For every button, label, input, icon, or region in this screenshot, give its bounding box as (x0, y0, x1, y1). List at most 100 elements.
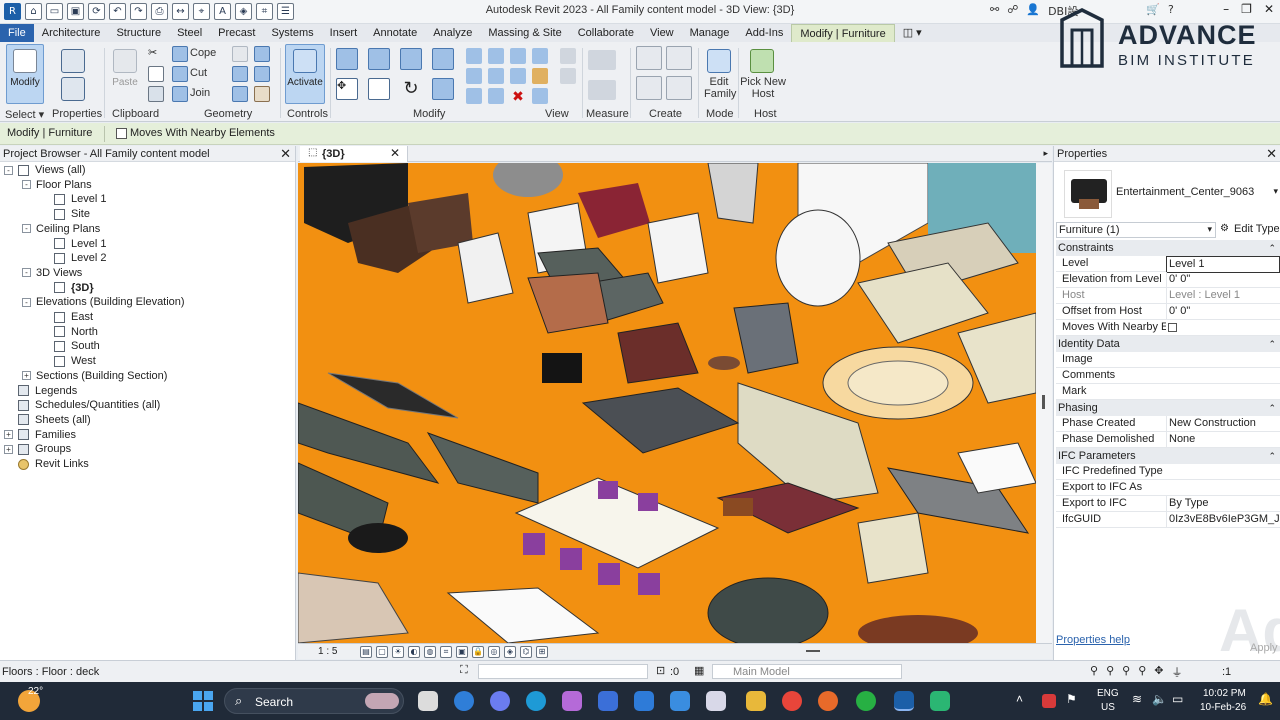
user-icon[interactable]: 👤 (1026, 3, 1040, 19)
cope-icon[interactable] (172, 46, 188, 62)
browser-item[interactable]: {3D} (40, 281, 94, 295)
wall-join-icon[interactable] (232, 46, 248, 62)
lock-view-icon[interactable]: 🔒 (472, 646, 484, 658)
close-icon[interactable]: ✕ (280, 146, 291, 162)
3d-viewport[interactable] (298, 163, 1036, 643)
browser-item[interactable]: - Elevations (Building Elevation) (22, 295, 185, 309)
3d-view-icon[interactable]: ◈ (235, 3, 252, 20)
mirror-axis-icon[interactable] (400, 48, 422, 70)
join-icon[interactable] (172, 86, 188, 102)
property-value[interactable]: Level : Level 1 (1166, 288, 1280, 303)
override-icon[interactable] (532, 68, 548, 84)
close-icon[interactable]: ✕ (1266, 146, 1277, 162)
calculator-icon[interactable] (670, 691, 690, 711)
scale-label[interactable]: 1 : 5 (318, 646, 337, 657)
create-parts-icon[interactable] (666, 46, 692, 70)
browser-item[interactable]: Sheets (all) (4, 413, 91, 427)
edit-type-button[interactable]: ⚙ Edit Type (1220, 222, 1280, 238)
collapse-icon[interactable]: ⌃ (1268, 240, 1276, 256)
select-dropdown[interactable]: Select ▾ (5, 108, 44, 121)
text-icon[interactable]: A (214, 3, 231, 20)
move-icon[interactable]: ✥ (336, 78, 358, 100)
save-icon[interactable]: ▣ (67, 3, 84, 20)
hide-icon[interactable] (532, 88, 548, 104)
revit-taskbar-icon[interactable] (894, 691, 914, 711)
measure-between-icon[interactable] (588, 50, 616, 70)
dimension-icon[interactable] (588, 80, 616, 100)
browser-item[interactable]: North (40, 325, 98, 339)
property-value[interactable]: New Construction (1166, 416, 1280, 431)
snipping-icon[interactable] (706, 691, 726, 711)
worksharing-icon[interactable]: ⛶ (460, 664, 468, 677)
instance-filter[interactable]: Furniture (1) ▾ (1056, 222, 1216, 238)
tag-icon[interactable]: ⌖ (193, 3, 210, 20)
mirror-draw-icon[interactable] (432, 48, 454, 70)
property-value[interactable]: 0Iz3vE8Bv6IeP3GM_J5... (1166, 512, 1280, 527)
tab-insert[interactable]: Insert (322, 24, 366, 42)
trim-multiple-icon[interactable] (510, 48, 526, 64)
cope-button[interactable]: Cope (190, 47, 216, 59)
rotate-icon[interactable]: ↻ (400, 78, 422, 100)
constraints-icon[interactable]: ⊞ (536, 646, 548, 658)
browser-item[interactable]: Level 2 (40, 251, 106, 265)
tab-annotate[interactable]: Annotate (365, 24, 425, 42)
collapse-icon[interactable]: - (22, 268, 31, 278)
join-button[interactable]: Join (190, 87, 210, 99)
property-value[interactable]: None (1166, 432, 1280, 447)
tab-analyze[interactable]: Analyze (425, 24, 480, 42)
pin-icon[interactable] (510, 68, 526, 84)
align-icon[interactable] (336, 48, 358, 70)
file-explorer-icon[interactable] (746, 691, 766, 711)
properties-button[interactable] (54, 44, 92, 104)
browser-item[interactable]: - Ceiling Plans (22, 222, 100, 236)
tab-precast[interactable]: Precast (210, 24, 263, 42)
chrome-icon[interactable] (782, 691, 802, 711)
browser-item[interactable]: - Floor Plans (22, 178, 92, 192)
property-value[interactable]: By Type (1166, 496, 1280, 511)
browser-item[interactable]: + Groups (4, 442, 71, 456)
chevron-down-icon[interactable]: ▾ (1273, 186, 1278, 197)
property-value[interactable]: 0' 0" (1166, 272, 1280, 287)
tray-app-icon[interactable] (1042, 694, 1056, 708)
expand-icon[interactable]: + (22, 371, 31, 381)
render-icon[interactable]: ◍ (424, 646, 436, 658)
start-icon[interactable] (193, 691, 213, 711)
ribbon-options-icon[interactable]: ◫ ▾ (895, 24, 930, 42)
property-value[interactable]: Level 1 (1166, 256, 1280, 273)
filter-icon[interactable]: ⏚ (1171, 664, 1182, 680)
copy-icon[interactable] (148, 66, 164, 82)
tab-structure[interactable]: Structure (108, 24, 169, 42)
temp-hide-icon[interactable]: ◎ (488, 646, 500, 658)
browser-item[interactable]: -3D Views (22, 266, 82, 280)
collapse-icon[interactable]: ⌃ (1268, 400, 1276, 416)
clock-date[interactable]: 10-Feb-26 (1200, 702, 1246, 713)
whatsapp-icon[interactable] (856, 691, 876, 711)
tab-steel[interactable]: Steel (169, 24, 210, 42)
cut-button[interactable]: Cut (190, 67, 207, 79)
reveal-hidden-icon[interactable]: ◈ (504, 646, 516, 658)
measure-icon[interactable]: ↔ (172, 3, 189, 20)
trim-icon[interactable] (432, 78, 454, 100)
browser-item[interactable]: Revit Links (4, 457, 89, 471)
workset-dropdown[interactable] (478, 664, 648, 679)
drag-elements-icon[interactable]: ✥ (1154, 664, 1163, 680)
language-line1[interactable]: ENG (1097, 688, 1119, 699)
open-icon[interactable]: ▭ (46, 3, 63, 20)
checkmark-app-icon[interactable] (490, 691, 510, 711)
firefox-icon[interactable] (818, 691, 838, 711)
collapse-icon[interactable]: - (22, 180, 31, 190)
modify-button[interactable]: Modify (6, 44, 44, 104)
create-similar-icon[interactable] (666, 76, 692, 100)
show-crop-icon[interactable]: ▣ (456, 646, 468, 658)
array-icon[interactable] (466, 68, 482, 84)
visual-style-icon[interactable]: ▢ (376, 646, 388, 658)
browser-item[interactable]: East (40, 310, 93, 324)
tab-menu-icon[interactable]: ▸ (1043, 148, 1048, 159)
tab-architecture[interactable]: Architecture (34, 24, 109, 42)
select-links-icon[interactable]: ⚲ (1090, 664, 1098, 680)
expand-icon[interactable]: + (4, 430, 13, 440)
type-selector[interactable]: Entertainment_Center_9063 ▾ (1058, 166, 1278, 222)
select-pinned-icon[interactable]: ⚲ (1122, 664, 1130, 680)
browser-item[interactable]: Site (40, 207, 90, 221)
activate-button[interactable]: Activate (285, 44, 325, 104)
